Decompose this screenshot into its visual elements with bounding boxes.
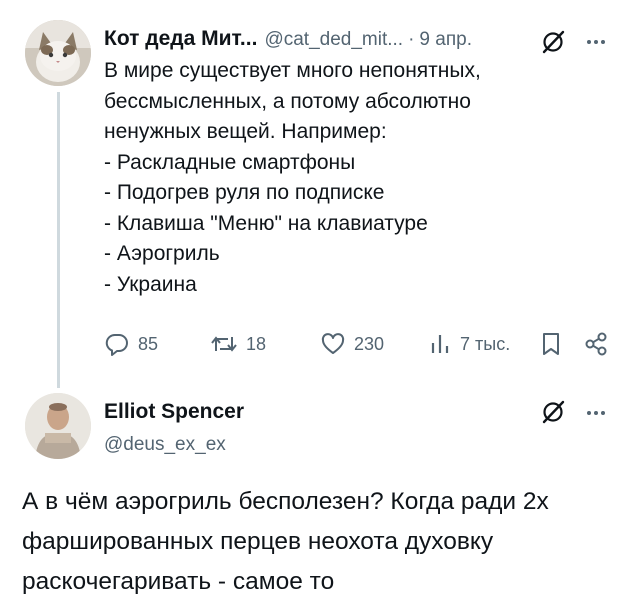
tweet-text-line: - Аэрогриль [104,242,220,265]
more-icon[interactable] [585,37,607,47]
bookmark-icon [543,333,559,355]
tweet-text-line: - Украина [104,272,197,296]
post-date[interactable]: 9 апр. [419,29,472,51]
grok-icon[interactable] [540,29,566,55]
author-name[interactable]: Кот деда Мит... [104,27,257,51]
action-bar: 85 18 230 7 тыс. [104,331,624,361]
repost-button[interactable]: 18 [210,331,266,357]
views-count: 7 тыс. [460,333,511,354]
reply-text: А в чём аэрогриль бесполезен? Когда ради… [22,482,622,602]
author-handle[interactable]: @deus_ex_ex [104,434,226,456]
reply-text-line: раскочегаривать - самое то [22,568,335,595]
more-icon[interactable] [585,408,607,418]
share-button[interactable] [584,331,608,357]
tweet-text: В мире существует много непонятных, бесс… [104,56,604,300]
author-name[interactable]: Elliot Spencer [104,400,244,424]
tweet-header: Кот деда Мит... @cat_ded_mit... · 9 апр. [104,27,472,51]
tweet-text-line: - Раскладные смартфоны [104,150,356,174]
repost-count: 18 [246,333,267,354]
tweet-text-line: - Клавиша "Меню" на клавиатуре [104,211,428,235]
author-handle[interactable]: @cat_ded_mit... [264,29,403,51]
avatar-elliot[interactable] [25,393,91,459]
tweet-text-line: В мире существует много непонятных, [104,59,481,82]
reply-button[interactable]: 85 [104,331,158,357]
views-icon [431,335,449,353]
grok-icon[interactable] [540,399,566,425]
reply-icon [105,333,128,356]
like-button[interactable]: 230 [320,331,384,357]
tweet-text-line: - Подогрев руля по подписке [104,181,385,204]
avatar-cat[interactable] [25,20,91,86]
bookmark-button[interactable] [540,331,562,357]
tweet-text-line: бессмысленных, а потому абсолютно [104,89,471,113]
tweet-original[interactable]: Кот деда Мит... @cat_ded_mit... · 9 апр.… [0,0,640,390]
tweet-text-line: ненужных вещей. Например: [104,120,387,143]
share-icon [585,332,607,356]
separator-dot: · [408,29,415,50]
thread-connector-line [57,92,60,388]
like-count: 230 [354,333,385,354]
reply-text-line: А в чём аэрогриль бесполезен? Когда ради… [22,488,549,515]
like-icon [321,333,345,354]
views-button[interactable]: 7 тыс. [430,331,510,357]
reply-text-line: фаршированных перцев неохота духовку [22,528,494,555]
reply-count: 85 [138,333,159,354]
repost-icon [211,336,237,352]
